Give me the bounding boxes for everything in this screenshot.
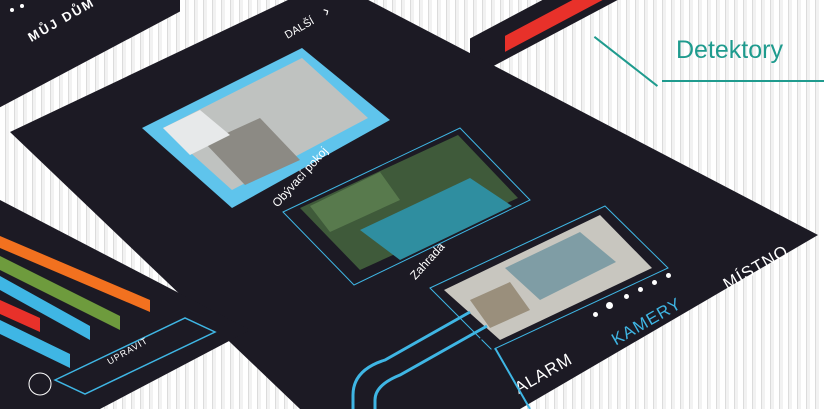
isometric-ui-stage: MŮJ DŮM Detektory DALŠÍ › Obývací pokoj … <box>0 0 824 409</box>
